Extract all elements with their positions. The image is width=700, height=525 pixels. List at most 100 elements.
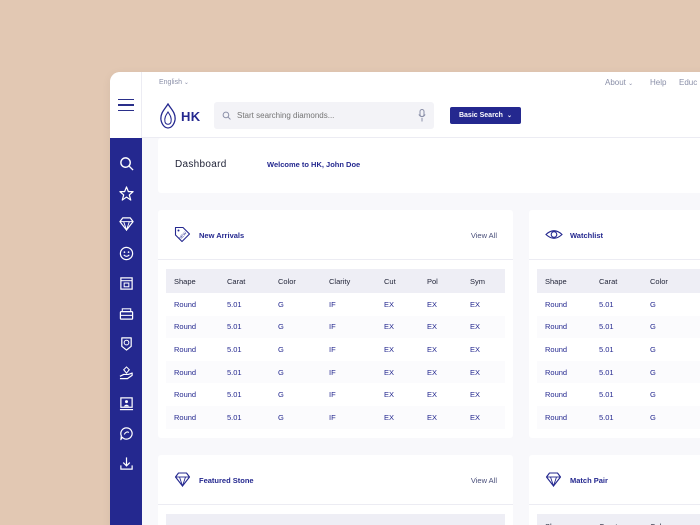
search-icon[interactable] bbox=[118, 155, 134, 171]
table-row[interactable]: Round 5.01 G bbox=[537, 383, 700, 406]
column-header[interactable]: Cut bbox=[376, 269, 419, 293]
menu-icon-bar bbox=[117, 104, 134, 106]
table-cell: Round bbox=[537, 293, 591, 316]
panel-header: Featured Stone View All bbox=[158, 455, 513, 505]
table-header-row: Shape Carat Color bbox=[537, 514, 700, 525]
table-row[interactable]: Round 5.01 G IF EX EX EX bbox=[166, 405, 505, 429]
search-icon bbox=[222, 111, 231, 120]
table-cell: Round bbox=[537, 338, 591, 361]
welcome-message: Welcome to HK, John Doe bbox=[267, 160, 361, 169]
education-link[interactable]: Educ bbox=[679, 78, 697, 87]
table-cell: G bbox=[642, 315, 700, 339]
smiley-icon[interactable] bbox=[118, 245, 134, 261]
column-header[interactable]: Shape bbox=[537, 514, 591, 525]
chat-icon[interactable] bbox=[118, 425, 134, 441]
table-header-row bbox=[166, 514, 505, 525]
search-bar[interactable] bbox=[214, 102, 434, 129]
menu-icon-bar bbox=[117, 109, 134, 112]
table-cell: EX bbox=[419, 338, 462, 361]
table-cell: Round bbox=[537, 360, 591, 384]
table-cell: EX bbox=[419, 293, 462, 316]
language-selector[interactable]: English ⌄ bbox=[159, 79, 189, 86]
table-row[interactable]: Round 5.01 G bbox=[537, 360, 700, 384]
column-header[interactable]: Carat bbox=[591, 514, 642, 525]
hand-diamond-icon[interactable] bbox=[118, 365, 134, 381]
table-cell: IF bbox=[321, 405, 376, 429]
about-label: About bbox=[605, 78, 626, 87]
table-row[interactable]: Round 5.01 G bbox=[537, 405, 700, 429]
column-header[interactable]: Pol bbox=[419, 269, 462, 293]
column-header[interactable]: Carat bbox=[591, 269, 642, 293]
table-cell: 5.01 bbox=[219, 293, 270, 316]
table-row[interactable]: Round 5.01 G bbox=[537, 338, 700, 361]
view-all-link[interactable]: View All bbox=[471, 231, 497, 240]
column-header[interactable]: Shape bbox=[537, 269, 591, 293]
table-cell: G bbox=[642, 383, 700, 406]
table-cell: 5.01 bbox=[219, 315, 270, 339]
column-header[interactable]: Carat bbox=[219, 269, 270, 293]
table-row[interactable]: Round 5.01 G IF EX EX EX bbox=[166, 338, 505, 361]
table-row[interactable]: Round 5.01 G bbox=[537, 315, 700, 339]
diamond-icon bbox=[545, 471, 562, 487]
microphone-icon[interactable] bbox=[418, 109, 426, 122]
table-cell: G bbox=[642, 338, 700, 361]
table-cell: EX bbox=[419, 360, 462, 384]
eye-icon bbox=[545, 226, 563, 243]
watchlist-table: Shape Carat Color Round 5.01 G Round 5.0… bbox=[537, 269, 700, 429]
table-cell: IF bbox=[321, 338, 376, 361]
table-cell: EX bbox=[462, 293, 505, 316]
basic-search-label: Basic Search bbox=[458, 112, 503, 119]
table-cell: IF bbox=[321, 360, 376, 384]
column-header[interactable]: Clarity bbox=[321, 269, 376, 293]
panel-title: Featured Stone bbox=[199, 476, 254, 485]
download-icon[interactable] bbox=[118, 455, 134, 471]
logo[interactable]: HK bbox=[159, 103, 200, 129]
table-row[interactable]: Round 5.01 G bbox=[537, 293, 700, 316]
table-cell: IF bbox=[321, 293, 376, 316]
panel-title: New Arrivals bbox=[199, 231, 245, 240]
panel-title: Watchlist bbox=[570, 231, 604, 240]
about-link[interactable]: About ⌄ bbox=[605, 78, 633, 87]
panel-header: Match Pair bbox=[529, 455, 700, 505]
table-header-row: Shape Carat Color Clarity Cut Pol Sym bbox=[166, 269, 505, 293]
basic-search-button[interactable]: Basic Search ⌄ bbox=[450, 107, 521, 124]
view-all-link[interactable]: View All bbox=[471, 476, 497, 485]
gift-icon[interactable] bbox=[118, 305, 134, 321]
search-input[interactable] bbox=[237, 111, 407, 120]
diamond-icon[interactable] bbox=[118, 215, 134, 231]
panel-header: Watchlist bbox=[529, 210, 700, 260]
award-icon[interactable] bbox=[118, 335, 134, 351]
table-cell: Round bbox=[537, 405, 591, 429]
table-row[interactable]: Round 5.01 G IF EX EX EX bbox=[166, 315, 505, 339]
table-cell: G bbox=[270, 383, 321, 406]
column-header[interactable]: Color bbox=[270, 269, 321, 293]
table-cell: EX bbox=[462, 383, 505, 406]
table-cell: Round bbox=[166, 383, 219, 406]
table-cell: G bbox=[270, 360, 321, 384]
column-header[interactable]: Color bbox=[642, 514, 700, 525]
star-icon[interactable] bbox=[118, 185, 134, 201]
monitor-icon[interactable] bbox=[118, 395, 134, 411]
help-link[interactable]: Help bbox=[650, 78, 666, 87]
sidebar bbox=[110, 72, 142, 525]
table-cell: G bbox=[270, 315, 321, 339]
column-header[interactable]: Sym bbox=[462, 269, 505, 293]
chevron-down-icon: ⌄ bbox=[183, 80, 189, 86]
menu-button[interactable] bbox=[110, 72, 142, 138]
top-bar: English ⌄ About ⌄ Help Educ HK Start sea… bbox=[142, 72, 700, 138]
panel-title: Match Pair bbox=[570, 476, 608, 485]
column-header[interactable]: Color bbox=[642, 269, 700, 293]
table-cell: 5.01 bbox=[591, 360, 642, 384]
box-icon[interactable] bbox=[118, 275, 134, 291]
table-row[interactable]: Round 5.01 G IF EX EX EX bbox=[166, 383, 505, 406]
table-row[interactable]: Round 5.01 G IF EX EX EX bbox=[166, 293, 505, 316]
table-cell: 5.01 bbox=[591, 405, 642, 429]
column-header[interactable]: Shape bbox=[166, 269, 219, 293]
app-window: English ⌄ About ⌄ Help Educ HK Start sea… bbox=[110, 72, 700, 525]
table-cell: Round bbox=[166, 360, 219, 384]
table-row[interactable]: Round 5.01 G IF EX EX EX bbox=[166, 360, 505, 384]
table-cell: IF bbox=[321, 315, 376, 339]
svg-text:NEW: NEW bbox=[177, 230, 187, 240]
dashboard-header: Dashboard Welcome to HK, John Doe bbox=[158, 138, 700, 193]
table-header-row: Shape Carat Color bbox=[537, 269, 700, 293]
